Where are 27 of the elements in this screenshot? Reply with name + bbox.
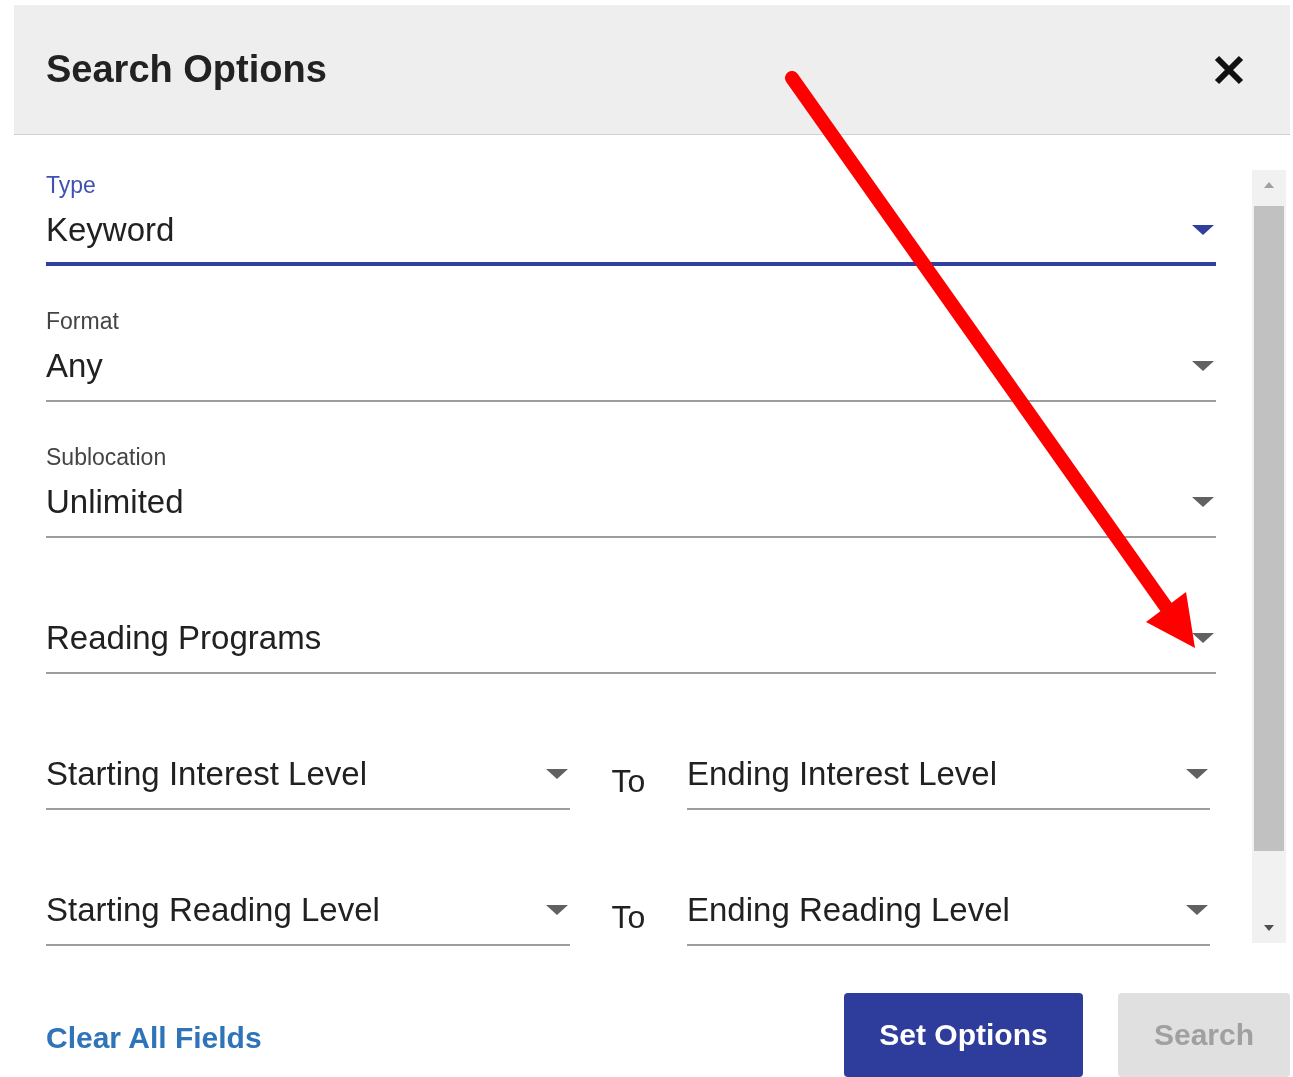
dropdown-field[interactable]: Any	[46, 336, 1216, 402]
field-label: Type	[46, 171, 96, 200]
caret-icon	[1192, 497, 1214, 507]
caret-icon	[1192, 225, 1214, 235]
set-options-button[interactable]: Set Options	[844, 993, 1083, 1077]
clear-fields-link[interactable]: Clear All Fields	[46, 1021, 262, 1055]
close-icon	[1214, 54, 1244, 85]
dropdown-field[interactable]: Starting Interest Level	[46, 744, 570, 810]
dialog-title: Search Options	[46, 48, 327, 91]
caret-icon	[546, 905, 568, 915]
caret-icon	[1186, 905, 1208, 915]
range-separator: To	[610, 763, 647, 801]
scrollbar-thumb[interactable]	[1254, 206, 1284, 851]
scroll-up-icon[interactable]	[1264, 182, 1274, 188]
dropdown-field[interactable]: Unlimited	[46, 472, 1216, 538]
range-separator: To	[610, 899, 647, 937]
caret-icon	[1186, 769, 1208, 779]
caret-icon	[1192, 361, 1214, 371]
field-label: Format	[46, 307, 119, 336]
dropdown-field[interactable]: Ending Interest Level	[687, 744, 1210, 810]
dropdown-field[interactable]: Ending Reading Level	[687, 880, 1210, 946]
field-label: Sublocation	[46, 443, 167, 472]
dropdown-field[interactable]: Keyword	[46, 200, 1216, 266]
scroll-down-icon[interactable]	[1264, 925, 1274, 931]
caret-icon	[546, 769, 568, 779]
dropdown-field[interactable]: Starting Reading Level	[46, 880, 570, 946]
scrollbar-track[interactable]	[1252, 170, 1286, 943]
